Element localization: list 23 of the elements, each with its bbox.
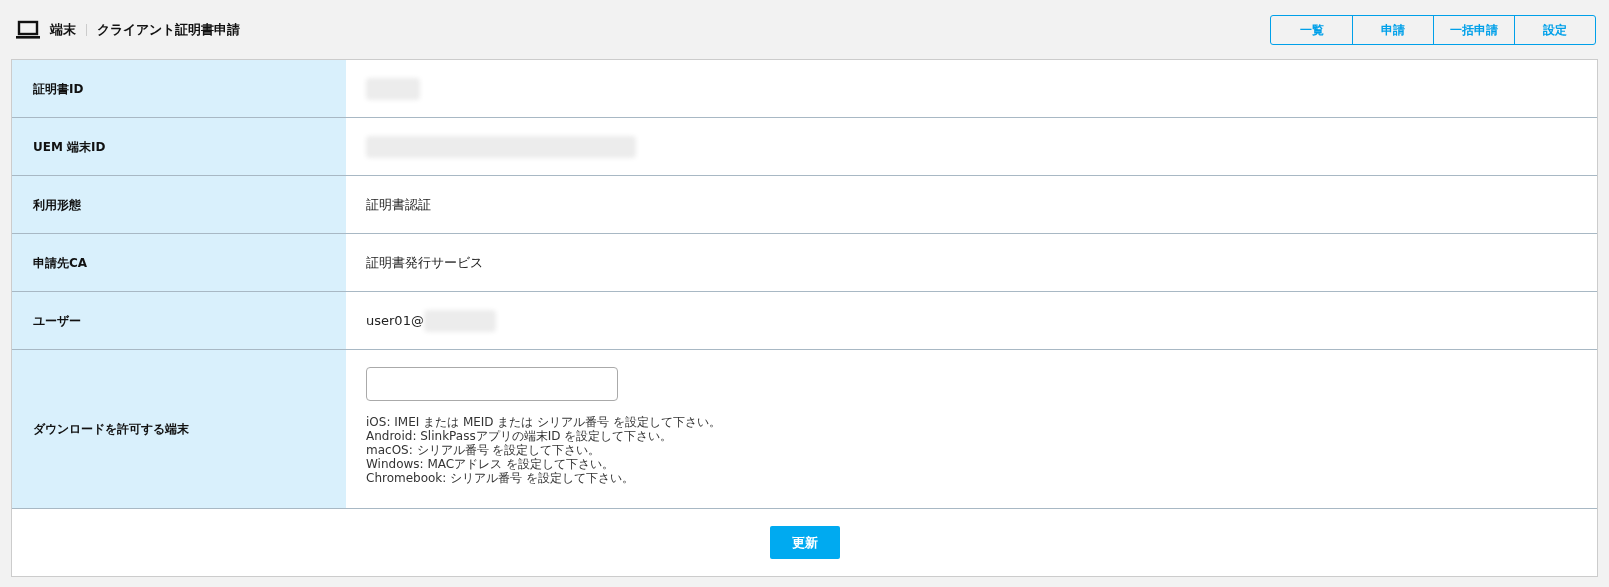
field-label: UEM 端末ID	[12, 118, 346, 175]
update-button[interactable]: 更新	[769, 526, 840, 559]
field-value: user01@	[366, 311, 424, 330]
field-value: 証明書発行サービス	[366, 253, 483, 272]
help-text: Windows: MACアドレス を設定して下さい。	[366, 457, 615, 471]
field-label: ダウンロードを許可する端末	[12, 350, 346, 508]
laptop-icon	[15, 19, 41, 40]
help-text: iOS: IMEI または MEID または シリアル番号 を設定して下さい。	[366, 415, 722, 429]
nav-button[interactable]: 一覧	[1271, 15, 1352, 44]
page-title: クライアント証明書申請	[97, 20, 240, 39]
field-label: 申請先CA	[12, 234, 346, 291]
field-label: 利用形態	[12, 176, 346, 233]
nav-button[interactable]: 一括申請	[1433, 15, 1514, 44]
field-label: 証明書ID	[12, 60, 346, 117]
field-label: ユーザー	[12, 292, 346, 349]
help-text: Android: SlinkPassアプリの端末ID を設定して下さい。	[366, 429, 674, 443]
section-title: 端末	[50, 20, 76, 39]
help-text: macOS: シリアル番号 を設定して下さい。	[366, 443, 602, 457]
device-input-field[interactable]	[366, 367, 618, 401]
nav-button[interactable]: 申請	[1352, 15, 1433, 44]
field-value: 証明書認証	[366, 195, 431, 214]
nav-button[interactable]: 設定	[1514, 15, 1595, 44]
help-text: Chromebook: シリアル番号 を設定して下さい。	[366, 471, 635, 485]
